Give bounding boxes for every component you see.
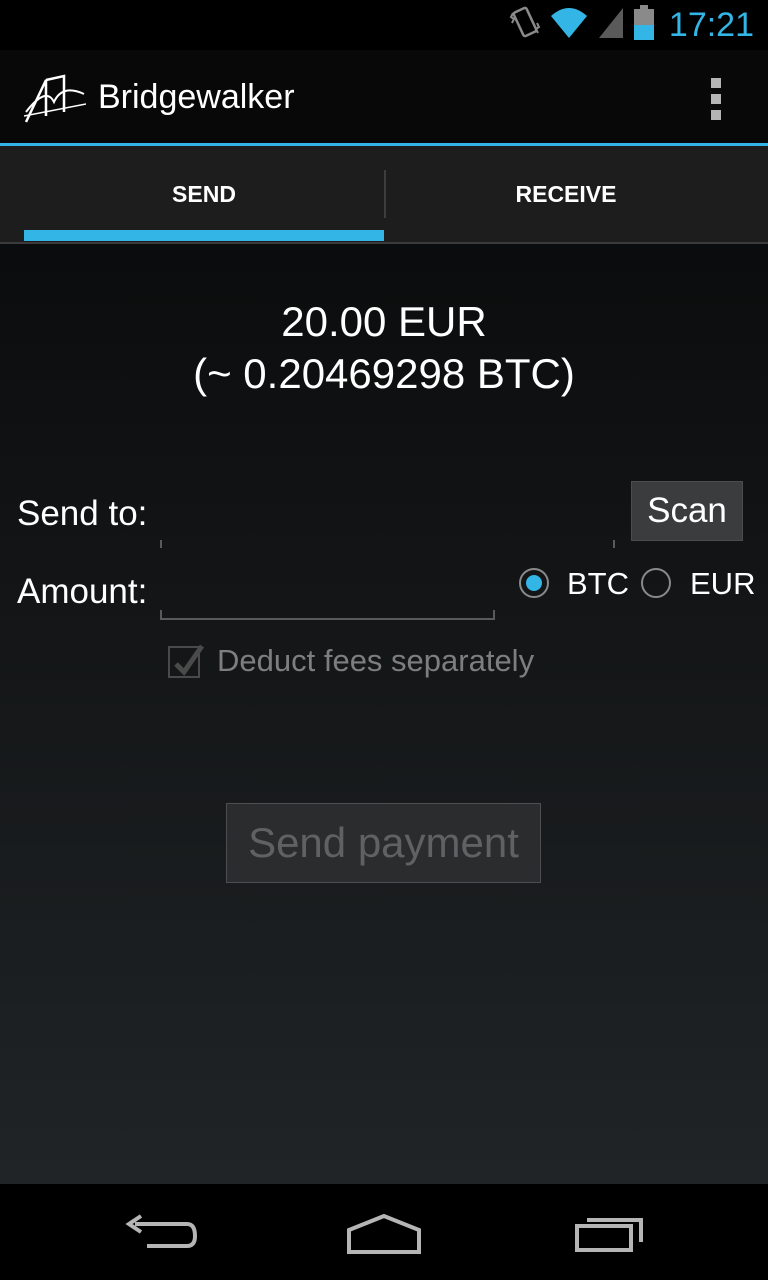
overflow-dot: [711, 78, 721, 88]
amount-label: Amount:: [17, 572, 148, 611]
balance-primary: 20.00 EUR: [281, 298, 487, 345]
wifi-icon: [549, 6, 589, 45]
balance-secondary: (~ 0.20469298 BTC): [193, 350, 575, 397]
deduct-fees-label[interactable]: Deduct fees separately: [217, 643, 534, 679]
status-bar: 17:21: [0, 0, 768, 50]
battery-icon: [633, 4, 655, 46]
action-bar: Bridgewalker: [0, 50, 768, 146]
tab-receive[interactable]: RECEIVE: [386, 146, 746, 242]
home-icon[interactable]: [329, 1204, 439, 1264]
scan-button[interactable]: Scan: [631, 481, 743, 541]
deduct-fees-checkbox[interactable]: [168, 644, 205, 678]
currency-radio-eur[interactable]: [641, 568, 671, 598]
signal-icon: [597, 6, 625, 45]
send-panel: 20.00 EUR (~ 0.20469298 BTC) Send to: Sc…: [0, 244, 768, 1184]
radio-selected-dot: [526, 575, 542, 591]
tab-selected-indicator: [24, 230, 384, 241]
send-to-label: Send to:: [17, 494, 148, 533]
currency-label-eur[interactable]: EUR: [690, 566, 755, 602]
overflow-menu-icon[interactable]: [704, 78, 728, 120]
app-title: Bridgewalker: [98, 78, 295, 116]
checkmark-icon: [174, 644, 205, 676]
status-icons: 17:21: [509, 0, 754, 50]
vibrate-icon: [509, 3, 541, 48]
bridge-logo-icon[interactable]: [23, 72, 87, 124]
recents-icon[interactable]: [555, 1204, 665, 1264]
back-icon[interactable]: [105, 1204, 215, 1264]
tab-send[interactable]: SEND: [24, 146, 384, 242]
amount-field[interactable]: [160, 560, 495, 622]
overflow-dot: [711, 110, 721, 120]
status-time: 17:21: [668, 5, 754, 44]
tab-bar: SEND RECEIVE: [0, 146, 768, 244]
navigation-bar: [0, 1184, 768, 1280]
send-payment-button[interactable]: Send payment: [226, 803, 541, 883]
overflow-dot: [711, 94, 721, 104]
currency-label-btc[interactable]: BTC: [567, 566, 629, 602]
currency-radio-btc[interactable]: [519, 568, 549, 598]
send-to-field[interactable]: [160, 484, 615, 550]
